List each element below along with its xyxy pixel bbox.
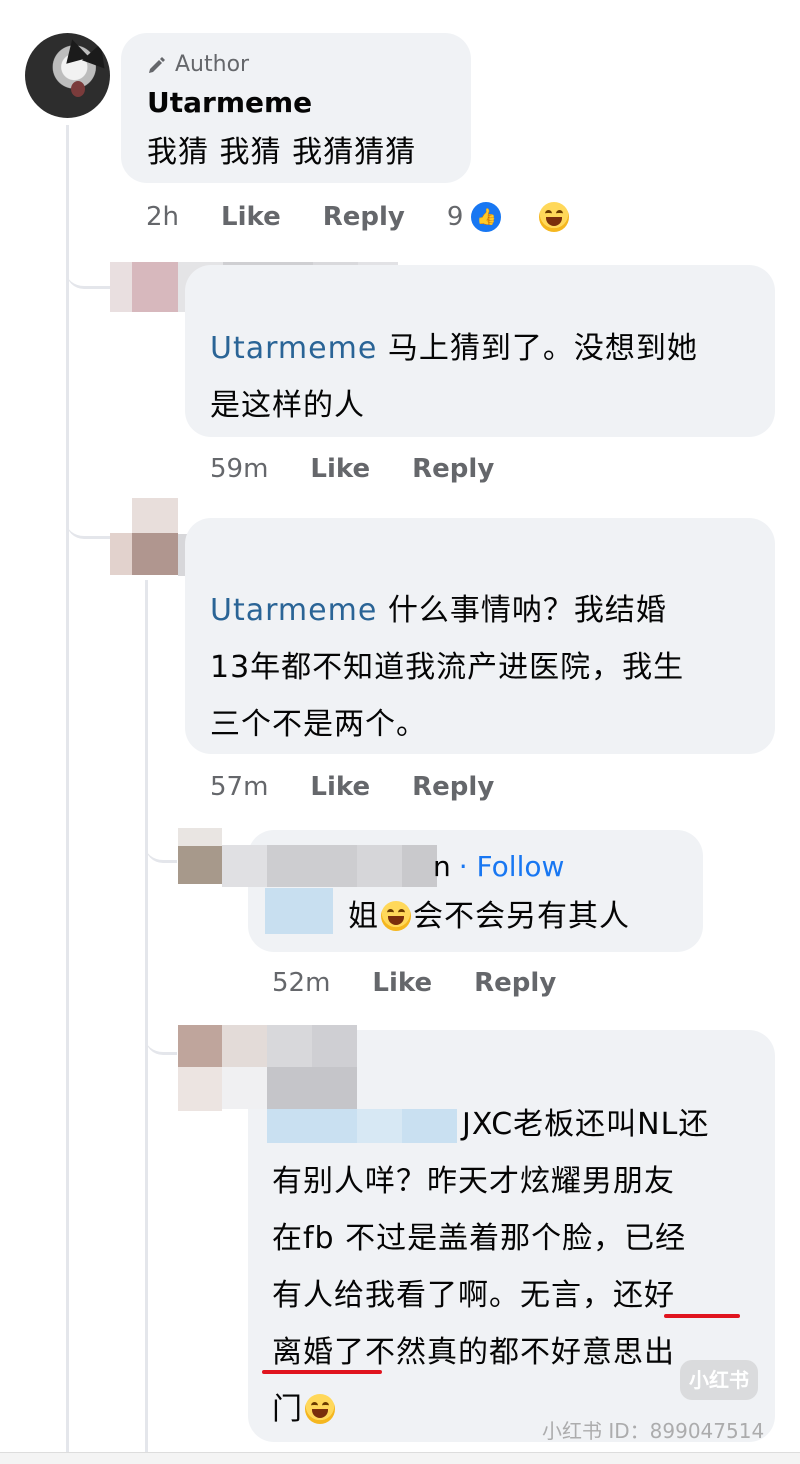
censored-avatar-3 — [178, 828, 222, 884]
comment-time[interactable]: 2h — [146, 202, 179, 232]
censored-avatar-4 — [178, 1025, 222, 1111]
censored-avatar-1 — [110, 262, 178, 312]
censored-avatar-2 — [110, 498, 178, 578]
reply-3-text: 姐会不会另有其人 — [348, 888, 630, 946]
reply-3-name-suffix[interactable]: n — [433, 850, 451, 883]
reply-4-line-2: 有别人咩？昨天才炫耀男朋友 — [272, 1164, 675, 1199]
reply-2-line-3: 三个不是两个。 — [210, 707, 427, 742]
comment-thread: Author Utarmeme 我猜 我猜 我猜猜猜 2h Like Reply… — [0, 0, 800, 1464]
reaction-summary[interactable]: 9 👍 — [447, 200, 612, 234]
reply-3-actions: 52m Like Reply — [272, 968, 598, 998]
pencil-icon — [149, 56, 165, 73]
thread-connector-4 — [145, 1010, 177, 1055]
mention-link[interactable]: Utarmeme — [210, 331, 377, 366]
author-badge: Author — [147, 52, 249, 77]
like-button[interactable]: Like — [310, 454, 370, 484]
reply-2-line-2: 13年都不知道我流产进医院，我生 — [210, 650, 685, 685]
laughing-tears-icon — [381, 901, 411, 931]
reply-4-line-6: 门 — [272, 1392, 303, 1427]
like-reaction-icon: 👍 — [469, 200, 504, 234]
reply-3-text-a: 姐 — [348, 899, 379, 934]
reply-4-line-1: JXC老板还叫NL还 — [462, 1107, 710, 1142]
reply-button[interactable]: Reply — [412, 772, 494, 802]
reply-button[interactable]: Reply — [412, 454, 494, 484]
author-comment-text: 我猜 我猜 我猜猜猜 — [147, 135, 417, 170]
reply-2-text: Utarmeme 什么事情呐？我结婚 13年都不知道我流产进医院，我生 三个不是… — [210, 582, 760, 753]
mention-link[interactable]: Utarmeme — [210, 593, 377, 628]
reaction-count: 9 — [446, 202, 464, 232]
author-badge-label: Author — [175, 52, 250, 77]
comment-time[interactable]: 57m — [210, 772, 268, 802]
like-button[interactable]: Like — [310, 772, 370, 802]
reply-button[interactable]: Reply — [474, 968, 556, 998]
reply-2-line-1: 什么事情呐？我结婚 — [377, 593, 667, 628]
thread-line-main — [66, 125, 69, 1455]
thread-connector-3 — [145, 820, 177, 863]
reply-4-line-5b: 不然真的都不好意思出 — [365, 1335, 675, 1370]
reply-4-line-3: 在fb 不过是盖着那个脸，已经 — [272, 1221, 687, 1256]
reply-button[interactable]: Reply — [323, 202, 405, 232]
reply-3-text-b: 会不会另有其人 — [413, 899, 630, 934]
follow-button[interactable]: · Follow — [459, 850, 565, 883]
author-name[interactable]: Utarmeme — [147, 86, 312, 119]
reply-3-header: n · Follow — [433, 850, 564, 883]
xiaohongshu-logo: 小红书 — [680, 1360, 758, 1400]
reply-4-line-4a: 有人给我看了啊。无言， — [272, 1278, 613, 1313]
reply-4-line-4b: 还好 — [613, 1278, 675, 1313]
author-comment-actions: 2h Like Reply 9 👍 — [146, 200, 611, 234]
like-button[interactable]: Like — [221, 202, 281, 232]
reply-1-actions: 59m Like Reply — [210, 454, 536, 484]
red-underline-1 — [664, 1314, 740, 1318]
author-avatar[interactable] — [25, 33, 110, 118]
reply-1-line-1: 马上猜到了。没想到她 — [377, 331, 698, 366]
reply-1-line-2: 是这样的人 — [210, 388, 365, 423]
bottom-edge — [0, 1452, 800, 1464]
censored-mention-3 — [265, 888, 333, 934]
haha-reaction-icon — [539, 202, 570, 232]
thread-connector-1 — [66, 240, 110, 289]
comment-time[interactable]: 59m — [210, 454, 268, 484]
like-button[interactable]: Like — [372, 968, 432, 998]
reply-4-line-5a: 离婚了 — [272, 1335, 365, 1370]
comment-time[interactable]: 52m — [272, 968, 330, 998]
laughing-tears-icon — [305, 1394, 335, 1424]
reply-1-text: Utarmeme 马上猜到了。没想到她 是这样的人 — [210, 320, 760, 434]
reply-2-actions: 57m Like Reply — [210, 772, 536, 802]
censored-name-3 — [222, 845, 437, 887]
watermark-id: 小红书 ID：899047514 — [542, 1419, 765, 1443]
red-underline-2 — [262, 1370, 382, 1374]
thread-connector-2 — [66, 490, 110, 539]
